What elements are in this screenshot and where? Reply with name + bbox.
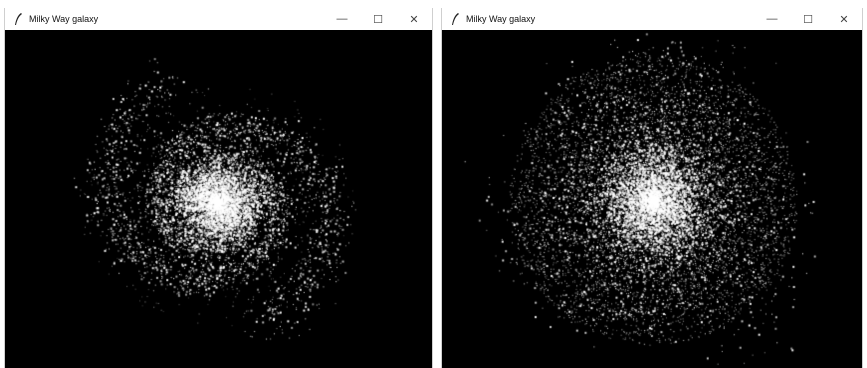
maximize-button[interactable]: ☐ xyxy=(790,8,826,30)
close-button[interactable]: ✕ xyxy=(826,8,862,30)
minimize-button[interactable]: — xyxy=(324,8,360,30)
title-bar[interactable]: Milky Way galaxy — ☐ ✕ xyxy=(5,8,432,30)
galaxy-canvas-area xyxy=(442,30,862,368)
window-gap xyxy=(433,0,441,368)
feather-icon xyxy=(11,12,25,26)
galaxy-canvas-area xyxy=(5,30,432,368)
close-button[interactable]: ✕ xyxy=(396,8,432,30)
diffuse-galaxy-canvas xyxy=(442,30,862,368)
window-title: Milky Way galaxy xyxy=(466,14,536,24)
galaxy-window-left: Milky Way galaxy — ☐ ✕ xyxy=(4,8,433,368)
spiral-galaxy-canvas xyxy=(5,30,432,368)
maximize-button[interactable]: ☐ xyxy=(360,8,396,30)
feather-icon xyxy=(448,12,462,26)
minimize-button[interactable]: — xyxy=(754,8,790,30)
title-bar[interactable]: Milky Way galaxy — ☐ ✕ xyxy=(442,8,862,30)
galaxy-window-right: Milky Way galaxy — ☐ ✕ xyxy=(441,8,863,368)
window-title: Milky Way galaxy xyxy=(29,14,99,24)
